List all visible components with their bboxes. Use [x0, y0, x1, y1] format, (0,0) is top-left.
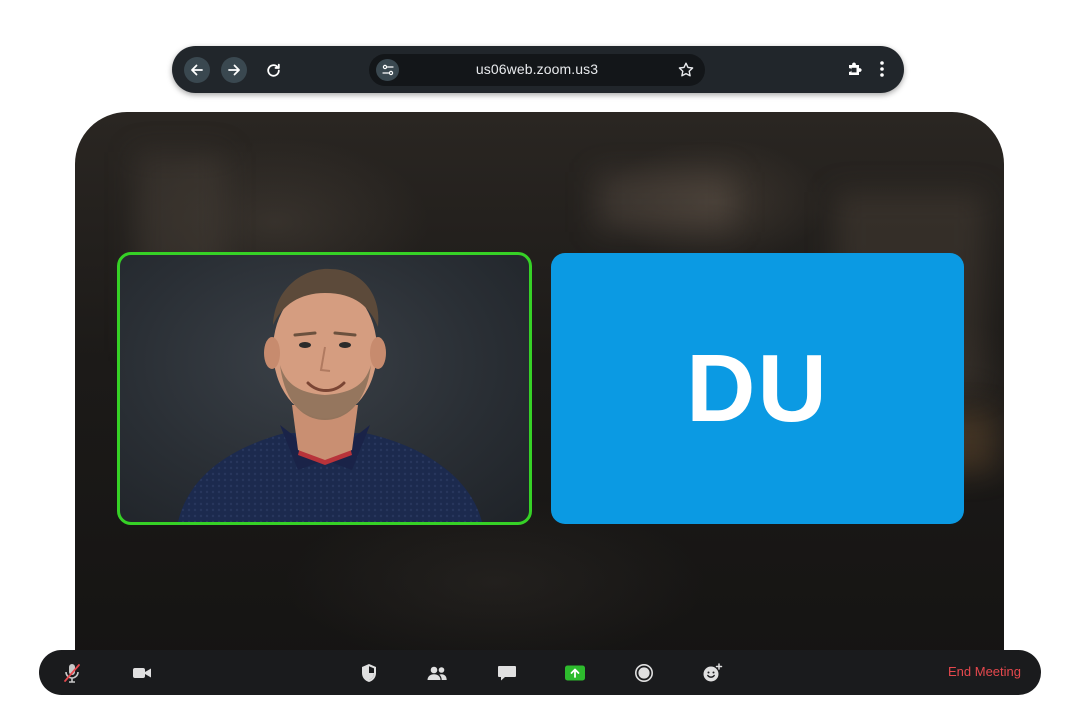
star-icon[interactable] [677, 61, 695, 79]
video-button[interactable] [129, 660, 155, 686]
reactions-icon [703, 663, 723, 682]
video-camera-icon [133, 668, 151, 678]
share-screen-icon [565, 665, 585, 681]
back-button[interactable] [184, 57, 210, 83]
security-button[interactable] [356, 660, 382, 686]
mic-muted-icon [64, 664, 80, 683]
browser-toolbar: us06web.zoom.us3 [172, 46, 904, 93]
kebab-menu-icon[interactable] [876, 59, 888, 79]
participant-video-tile[interactable] [117, 252, 532, 525]
url-text[interactable]: us06web.zoom.us3 [369, 61, 705, 77]
background-blur [595, 172, 735, 232]
participants-icon [427, 666, 447, 680]
chat-button[interactable] [494, 660, 520, 686]
participant-video [178, 268, 482, 522]
reload-button[interactable] [260, 57, 286, 83]
puzzle-icon[interactable] [846, 60, 864, 78]
mute-button[interactable] [59, 660, 85, 686]
arrow-right-icon [228, 64, 240, 76]
share-screen-button[interactable] [562, 660, 588, 686]
meeting-toolbar: End Meeting [39, 650, 1041, 695]
participants-button[interactable] [424, 660, 450, 686]
end-meeting-button[interactable]: End Meeting [948, 664, 1021, 679]
forward-button[interactable] [221, 57, 247, 83]
arrow-left-icon [191, 64, 203, 76]
reload-icon [266, 63, 280, 77]
record-icon [635, 664, 653, 682]
participant-avatar-tile[interactable]: DU [551, 253, 964, 524]
chat-icon [498, 666, 516, 681]
record-button[interactable] [631, 660, 657, 686]
reactions-button[interactable] [699, 660, 725, 686]
security-shield-icon [362, 664, 376, 682]
participant-initials: DU [686, 334, 829, 442]
address-bar[interactable]: us06web.zoom.us3 [369, 54, 705, 86]
